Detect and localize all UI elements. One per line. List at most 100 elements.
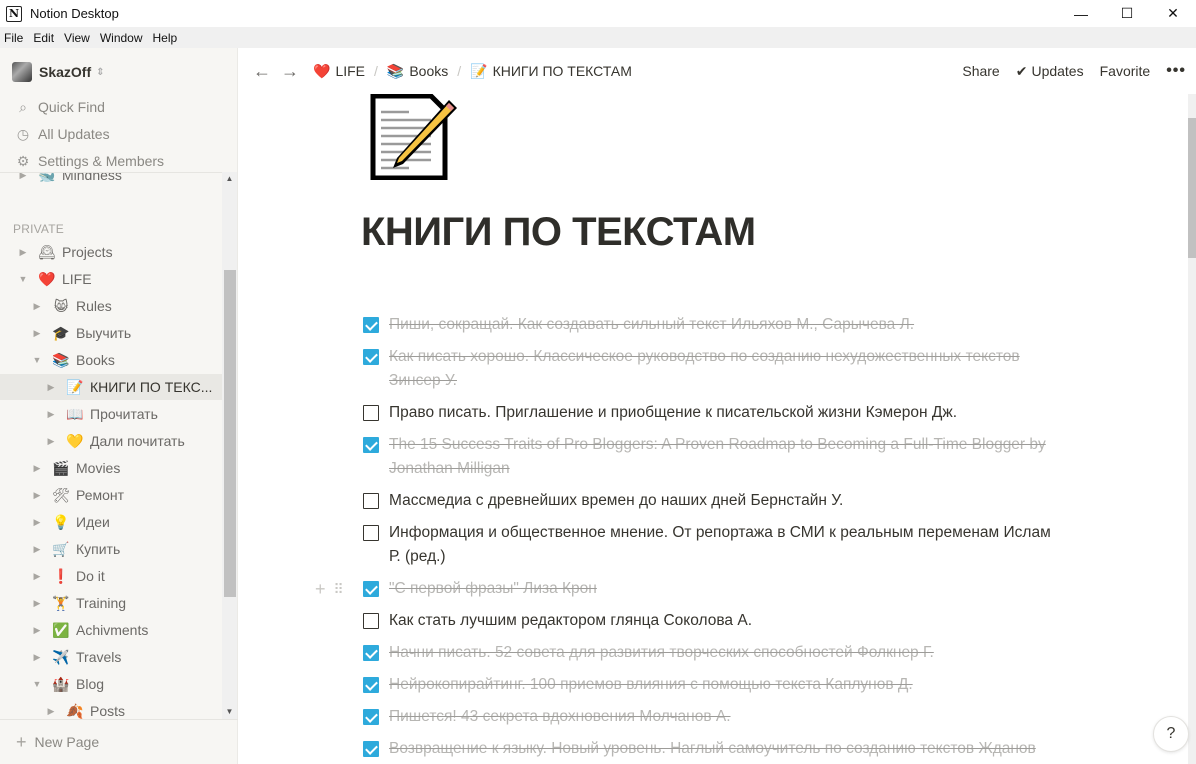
help-button[interactable]: ? bbox=[1153, 716, 1189, 752]
expand-arrow-icon[interactable]: ▶ bbox=[32, 652, 42, 663]
expand-arrow-icon[interactable]: ▶ bbox=[32, 544, 42, 555]
todo-text[interactable]: Массмедиа с древнейших времен до наших д… bbox=[389, 489, 843, 513]
share-button[interactable]: Share bbox=[962, 63, 999, 79]
expand-arrow-icon[interactable]: ▶ bbox=[18, 247, 28, 258]
forward-arrow-icon[interactable]: → bbox=[281, 61, 299, 82]
scroll-down-icon[interactable]: ▼ bbox=[222, 705, 237, 719]
todo-item[interactable]: Пишется! 43 секрета вдохновения Молчанов… bbox=[363, 705, 1063, 729]
sidebar-item-mindness[interactable]: ▶ 🐋 Mindness bbox=[0, 173, 222, 188]
settings-members-button[interactable]: ⚙ Settings & Members bbox=[14, 150, 164, 172]
page-title[interactable]: КНИГИ ПО ТЕКСТАМ bbox=[361, 210, 756, 255]
sidebar-item[interactable]: ▶ ✅ Achivments bbox=[0, 617, 222, 643]
sidebar-item[interactable]: ▶ ❗ Do it bbox=[0, 563, 222, 589]
todo-text[interactable]: Информация и общественное мнение. От реп… bbox=[389, 521, 1063, 569]
sidebar-item[interactable]: ▶ 🕰 Projects bbox=[0, 239, 222, 265]
menu-view[interactable]: View bbox=[59, 31, 95, 45]
scroll-up-icon[interactable]: ▲ bbox=[222, 172, 237, 186]
sidebar-item[interactable]: ▶ ✈️ Travels bbox=[0, 644, 222, 670]
expand-arrow-icon[interactable]: ▶ bbox=[32, 490, 42, 501]
todo-checkbox[interactable] bbox=[363, 349, 379, 365]
drag-handle-icon[interactable]: ⠿ bbox=[334, 577, 344, 601]
sidebar-item[interactable]: ▶ 📝 КНИГИ ПО ТЕКС... bbox=[0, 374, 222, 400]
breadcrumb-life[interactable]: ❤️ LIFE bbox=[313, 63, 365, 80]
minimize-button[interactable]: — bbox=[1058, 0, 1104, 27]
sidebar-item[interactable]: ▶ 📖 Прочитать bbox=[0, 401, 222, 427]
sidebar-item[interactable]: ▶ 🍂 Posts bbox=[0, 698, 222, 719]
expand-arrow-icon[interactable]: ▶ bbox=[46, 382, 56, 393]
todo-text[interactable]: Возвращение к языку. Новый уровень. Нагл… bbox=[389, 737, 1036, 761]
todo-item[interactable]: Как писать хорошо. Классическое руководс… bbox=[363, 345, 1063, 393]
menu-help[interactable]: Help bbox=[148, 31, 183, 45]
expand-arrow-icon[interactable]: ▶ bbox=[32, 625, 42, 636]
expand-arrow-icon[interactable]: ▶ bbox=[32, 301, 42, 312]
expand-arrow-icon[interactable]: ▶ bbox=[18, 173, 28, 181]
sidebar-scrollbar[interactable]: ▲ ▼ bbox=[222, 172, 237, 719]
sidebar-item[interactable]: ▶ 🎬 Movies bbox=[0, 455, 222, 481]
expand-arrow-icon[interactable]: ▶ bbox=[32, 328, 42, 339]
expand-arrow-icon[interactable]: ▶ bbox=[46, 436, 56, 447]
todo-text[interactable]: Как стать лучшим редактором глянца Сокол… bbox=[389, 609, 752, 633]
sidebar-item[interactable]: ▼ ❤️ LIFE bbox=[0, 266, 222, 292]
sidebar-item[interactable]: ▶ 💡 Идеи bbox=[0, 509, 222, 535]
todo-checkbox[interactable] bbox=[363, 645, 379, 661]
breadcrumb-books[interactable]: 📚 Books bbox=[387, 63, 448, 80]
back-arrow-icon[interactable]: ← bbox=[253, 61, 271, 82]
todo-checkbox[interactable] bbox=[363, 741, 379, 757]
todo-text[interactable]: Пишется! 43 секрета вдохновения Молчанов… bbox=[389, 705, 731, 729]
collapse-arrow-icon[interactable]: ▼ bbox=[32, 679, 42, 689]
sidebar-item[interactable]: ▼ 📚 Books bbox=[0, 347, 222, 373]
memo-icon[interactable] bbox=[369, 94, 459, 180]
sidebar-item[interactable]: ▶ 🏋 Training bbox=[0, 590, 222, 616]
todo-item[interactable]: Массмедиа с древнейших времен до наших д… bbox=[363, 489, 1063, 513]
menu-window[interactable]: Window bbox=[95, 31, 148, 45]
todo-checkbox[interactable] bbox=[363, 581, 379, 597]
favorite-button[interactable]: Favorite bbox=[1100, 63, 1151, 79]
breadcrumb-current-page[interactable]: 📝 КНИГИ ПО ТЕКСТАМ bbox=[470, 63, 632, 80]
expand-arrow-icon[interactable]: ▶ bbox=[32, 517, 42, 528]
sidebar-scroll-thumb[interactable] bbox=[224, 270, 236, 597]
main-scrollbar[interactable] bbox=[1188, 94, 1196, 764]
todo-item[interactable]: Пиши, сокращай. Как создавать сильный те… bbox=[363, 313, 1063, 337]
quick-find-button[interactable]: ⌕ Quick Find bbox=[14, 96, 105, 118]
todo-checkbox[interactable] bbox=[363, 493, 379, 509]
workspace-switcher[interactable]: SkazOff ⇕ bbox=[12, 62, 105, 82]
todo-checkbox[interactable] bbox=[363, 677, 379, 693]
todo-text[interactable]: Как писать хорошо. Классическое руководс… bbox=[389, 345, 1063, 393]
todo-item[interactable]: Право писать. Приглашение и приобщение к… bbox=[363, 401, 1063, 425]
close-button[interactable]: ✕ bbox=[1150, 0, 1196, 27]
sidebar-item[interactable]: ▼ 🏰 Blog bbox=[0, 671, 222, 697]
expand-arrow-icon[interactable]: ▶ bbox=[32, 571, 42, 582]
expand-arrow-icon[interactable]: ▶ bbox=[46, 706, 56, 717]
updates-button[interactable]: ✔ Updates bbox=[1016, 63, 1084, 80]
new-page-button[interactable]: + New Page bbox=[0, 719, 238, 764]
todo-checkbox[interactable] bbox=[363, 709, 379, 725]
add-block-icon[interactable]: + bbox=[315, 577, 326, 601]
sidebar-item[interactable]: ▶ 💛 Дали почитать bbox=[0, 428, 222, 454]
todo-text[interactable]: Пиши, сокращай. Как создавать сильный те… bbox=[389, 313, 914, 337]
todo-checkbox[interactable] bbox=[363, 317, 379, 333]
maximize-button[interactable]: ☐ bbox=[1104, 0, 1150, 27]
todo-item[interactable]: + ⠿ "С первой фразы" Лиза Крон bbox=[315, 577, 1063, 601]
expand-arrow-icon[interactable]: ▶ bbox=[46, 409, 56, 420]
todo-checkbox[interactable] bbox=[363, 525, 379, 541]
todo-checkbox[interactable] bbox=[363, 613, 379, 629]
sidebar-item[interactable]: ▶ 🛠 Ремонт bbox=[0, 482, 222, 508]
todo-text[interactable]: "С первой фразы" Лиза Крон bbox=[389, 577, 597, 601]
todo-item[interactable]: Как стать лучшим редактором глянца Сокол… bbox=[363, 609, 1063, 633]
sidebar-item[interactable]: ▶ 🛒 Купить bbox=[0, 536, 222, 562]
todo-text[interactable]: The 15 Success Traits of Pro Bloggers: A… bbox=[389, 433, 1063, 481]
todo-item[interactable]: The 15 Success Traits of Pro Bloggers: A… bbox=[363, 433, 1063, 481]
collapse-arrow-icon[interactable]: ▼ bbox=[18, 274, 28, 284]
sidebar-item[interactable]: ▶ 😸 Rules bbox=[0, 293, 222, 319]
menu-file[interactable]: File bbox=[0, 31, 28, 45]
todo-item[interactable]: Возвращение к языку. Новый уровень. Нагл… bbox=[363, 737, 1063, 761]
main-scroll-thumb[interactable] bbox=[1188, 118, 1196, 258]
expand-arrow-icon[interactable]: ▶ bbox=[32, 598, 42, 609]
todo-text[interactable]: Нейрокопирайтинг. 100 приемов влияния с … bbox=[389, 673, 913, 697]
expand-arrow-icon[interactable]: ▶ bbox=[32, 463, 42, 474]
collapse-arrow-icon[interactable]: ▼ bbox=[32, 355, 42, 365]
todo-item[interactable]: Информация и общественное мнение. От реп… bbox=[363, 521, 1063, 569]
more-options-icon[interactable]: ••• bbox=[1166, 62, 1186, 80]
sidebar-item[interactable]: ▶ 🎓 Выучить bbox=[0, 320, 222, 346]
todo-item[interactable]: Начни писать. 52 совета для развития тво… bbox=[363, 641, 1063, 665]
